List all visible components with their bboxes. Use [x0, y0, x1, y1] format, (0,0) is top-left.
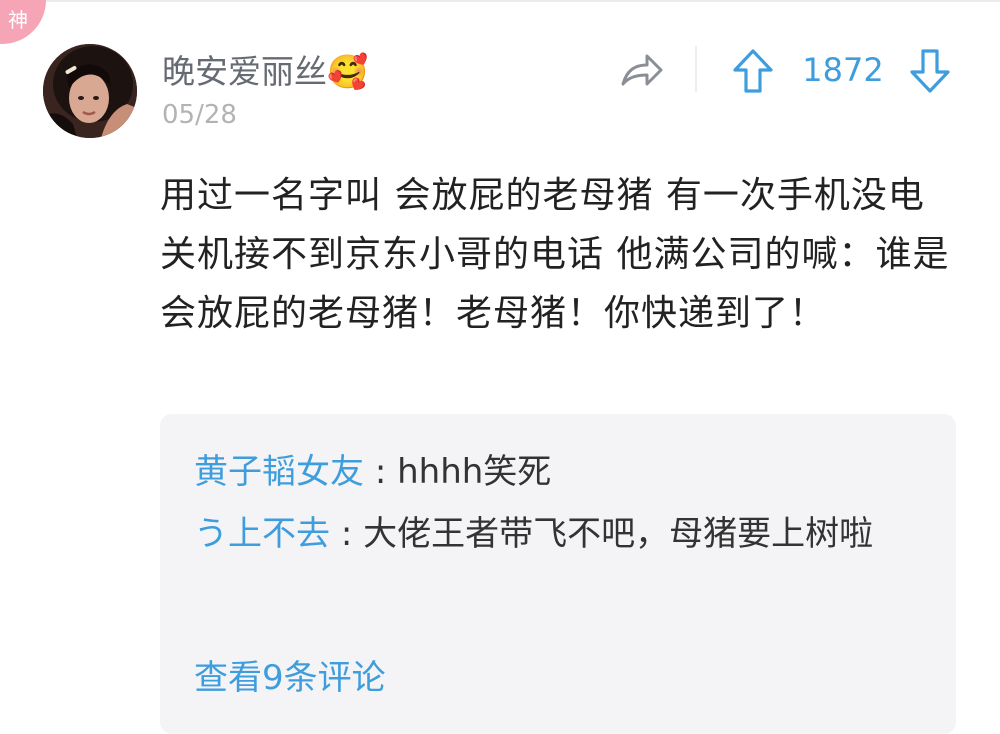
- share-button[interactable]: [617, 48, 665, 92]
- vote-count: 1872: [802, 51, 884, 89]
- action-divider: [695, 46, 697, 92]
- downvote-button[interactable]: [909, 48, 951, 94]
- reply-separator: :: [340, 514, 353, 554]
- arrow-down-icon: [910, 49, 950, 93]
- reply-item[interactable]: 黄子韬女友 : hhhh笑死: [194, 444, 914, 500]
- view-more-replies-link[interactable]: 查看9条评论: [194, 650, 386, 706]
- reply-separator: :: [374, 452, 387, 492]
- avatar-photo-icon: [43, 44, 137, 138]
- reply-text: hhhh笑死: [397, 452, 552, 492]
- upvote-button[interactable]: [732, 48, 774, 94]
- avatar[interactable]: [43, 44, 137, 138]
- reply-author[interactable]: 黄子韬女友: [194, 452, 364, 492]
- reply-item[interactable]: う上不去 : 大佬王者带飞不吧，母猪要上树啦: [194, 506, 914, 562]
- comment-card: 神 晚安爱丽丝🥰 05/28 1872 用过一名字叫 会放屁的老母猪 有一次手机…: [0, 0, 1000, 734]
- reply-author[interactable]: う上不去: [194, 514, 330, 554]
- god-comment-badge: 神: [0, 0, 46, 44]
- top-divider: [0, 0, 1000, 2]
- share-icon: [621, 54, 663, 86]
- username[interactable]: 晚安爱丽丝🥰: [162, 52, 368, 92]
- god-badge-label: 神: [8, 8, 28, 32]
- replies-panel: 黄子韬女友 : hhhh笑死 う上不去 : 大佬王者带飞不吧，母猪要上树啦 查看…: [160, 414, 956, 734]
- arrow-up-icon: [733, 49, 773, 93]
- comment-text: 用过一名字叫 会放屁的老母猪 有一次手机没电关机接不到京东小哥的电话 他满公司的…: [160, 175, 950, 334]
- reply-text: 大佬王者带飞不吧，母猪要上树啦: [363, 514, 874, 554]
- post-date: 05/28: [162, 100, 237, 130]
